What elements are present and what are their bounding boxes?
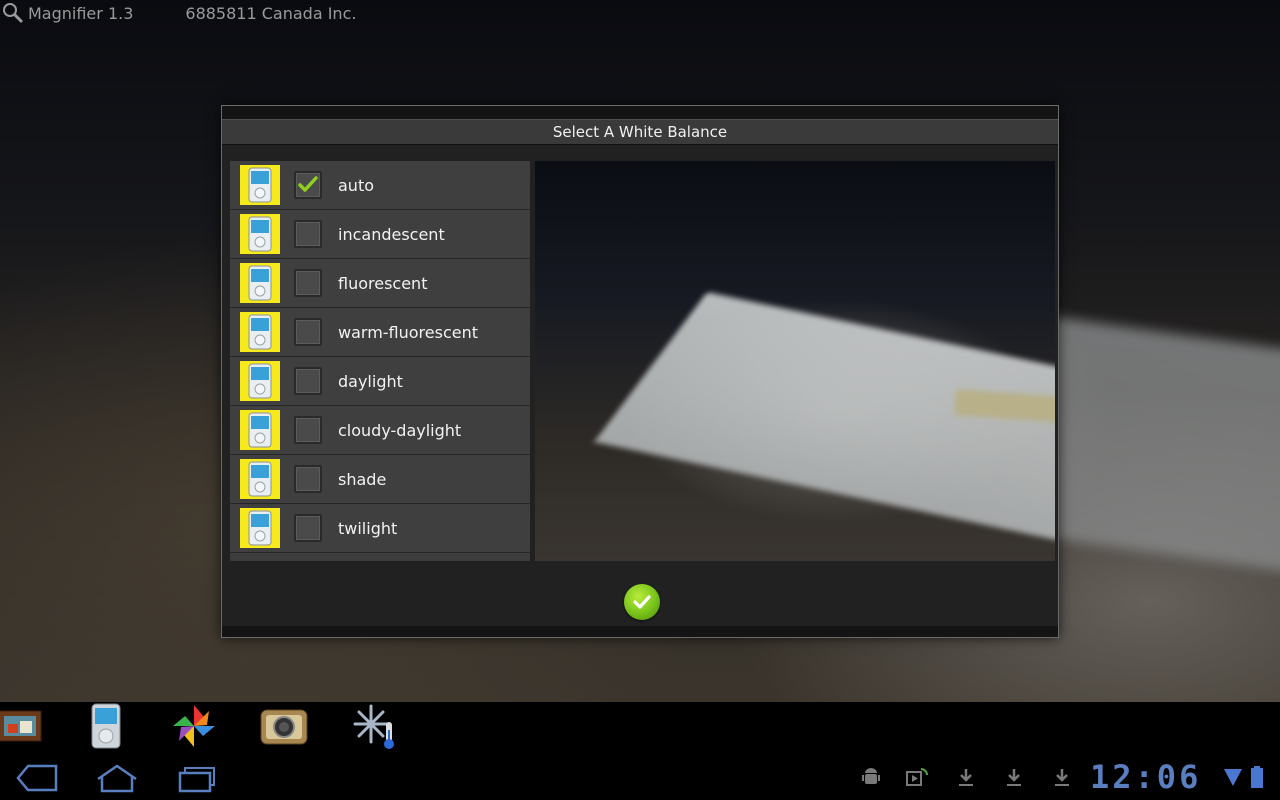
- option-label: cloudy-daylight: [338, 420, 462, 440]
- option-thumbnail-icon: [240, 165, 280, 205]
- option-label: twilight: [338, 518, 398, 538]
- option-thumbnail-icon: [240, 214, 280, 254]
- white-balance-option-fluorescent[interactable]: fluorescent: [230, 259, 530, 308]
- white-balance-option-shade[interactable]: shade: [230, 455, 530, 504]
- option-label: shade: [338, 469, 387, 489]
- option-thumbnail-icon: [240, 410, 280, 450]
- app-title-bar: Magnifier 1.3 6885811 Canada Inc.: [0, 0, 356, 26]
- android-debug-icon[interactable]: [860, 766, 882, 788]
- camera-icon[interactable]: [260, 702, 308, 750]
- system-bar: 12:06: [0, 754, 1280, 800]
- media-player-icon[interactable]: [82, 702, 130, 750]
- confirm-button[interactable]: [624, 584, 660, 620]
- back-icon[interactable]: [12, 760, 62, 796]
- option-checkbox[interactable]: [294, 367, 322, 395]
- checkmark-icon: [298, 176, 318, 192]
- download-icon[interactable]: [1051, 766, 1073, 788]
- app-dock: [0, 702, 1280, 754]
- clock[interactable]: 12:06: [1090, 758, 1201, 796]
- pinwheel-gallery-icon[interactable]: [170, 702, 218, 750]
- white-balance-option-auto[interactable]: auto: [230, 161, 530, 210]
- preview-white-card: [594, 292, 1055, 550]
- option-checkbox[interactable]: [294, 171, 322, 199]
- option-thumbnail-icon: [240, 263, 280, 303]
- option-label: daylight: [338, 371, 403, 391]
- dialog-title: Select A White Balance: [222, 119, 1058, 145]
- white-balance-option-cloudy-daylight[interactable]: cloudy-daylight: [230, 406, 530, 455]
- dialog-top-strip: [222, 106, 1058, 119]
- option-label: warm-fluorescent: [338, 322, 479, 342]
- camera-preview: [535, 161, 1055, 561]
- recent-apps-icon[interactable]: [172, 760, 222, 796]
- white-balance-option-daylight[interactable]: daylight: [230, 357, 530, 406]
- download-icon[interactable]: [955, 766, 977, 788]
- white-balance-option-warm-fluorescent[interactable]: warm-fluorescent: [230, 308, 530, 357]
- dialog-bottom-strip: [222, 626, 1058, 637]
- option-thumbnail-icon: [240, 459, 280, 499]
- media-play-icon[interactable]: [906, 766, 928, 788]
- option-thumbnail-icon: [240, 361, 280, 401]
- battery-icon[interactable]: [1246, 766, 1268, 788]
- option-checkbox[interactable]: [294, 465, 322, 493]
- white-balance-option-incandescent[interactable]: incandescent: [230, 210, 530, 259]
- option-thumbnail-icon: [240, 508, 280, 548]
- option-label: fluorescent: [338, 273, 428, 293]
- option-label: auto: [338, 175, 375, 195]
- white-balance-list[interactable]: auto incandescent fluorescent warm-fluoresc…: [230, 161, 530, 561]
- option-checkbox[interactable]: [294, 220, 322, 248]
- picture-frame-icon[interactable]: [0, 702, 44, 750]
- white-balance-dialog: Select A White Balance auto incandescent f…: [221, 105, 1059, 638]
- option-label: incandescent: [338, 224, 445, 244]
- snowflake-thermometer-icon[interactable]: [350, 702, 398, 750]
- checkmark-icon: [633, 595, 651, 609]
- app-name: Magnifier 1.3: [28, 3, 134, 23]
- download-icon[interactable]: [1003, 766, 1025, 788]
- option-checkbox[interactable]: [294, 416, 322, 444]
- option-checkbox[interactable]: [294, 318, 322, 346]
- option-checkbox[interactable]: [294, 269, 322, 297]
- magnifier-icon: [2, 2, 24, 24]
- option-checkbox[interactable]: [294, 514, 322, 542]
- signal-icon[interactable]: [1222, 766, 1244, 788]
- white-balance-option-twilight[interactable]: twilight: [230, 504, 530, 553]
- option-thumbnail-icon: [240, 312, 280, 352]
- app-developer: 6885811 Canada Inc.: [185, 3, 357, 23]
- home-icon[interactable]: [92, 760, 142, 796]
